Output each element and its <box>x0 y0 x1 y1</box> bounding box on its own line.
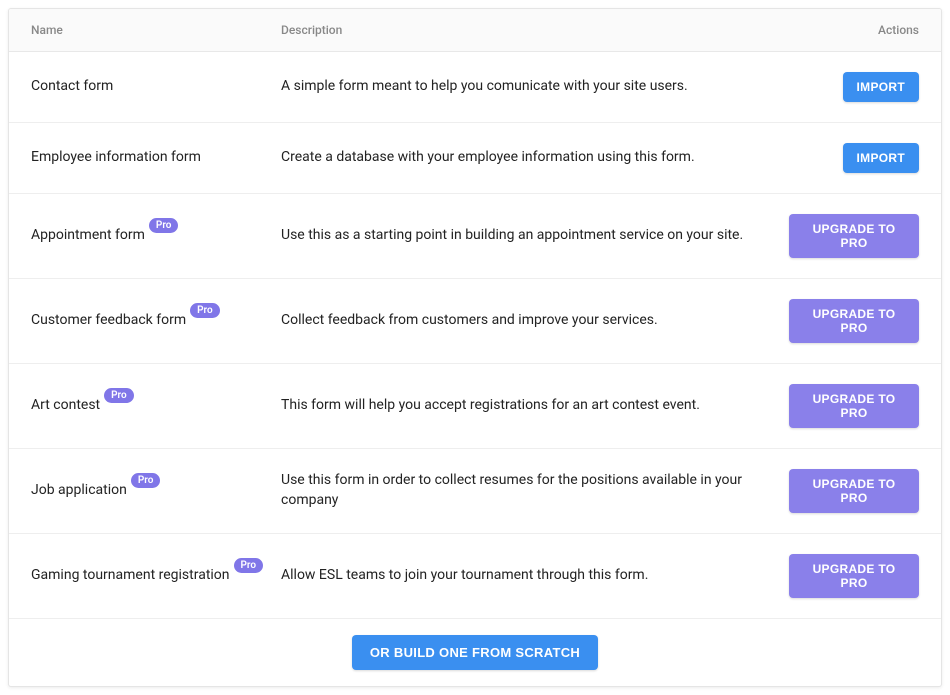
table-row: Gaming tournament registrationProAllow E… <box>9 534 941 619</box>
template-name-cell: Employee information form <box>31 148 281 168</box>
template-name: Art contest <box>31 396 100 416</box>
template-name-cell: Gaming tournament registrationPro <box>31 566 281 586</box>
template-action-cell: UPGRADE TO PRO <box>789 469 919 513</box>
header-name: Name <box>31 23 281 37</box>
header-actions: Actions <box>789 23 919 37</box>
pro-badge: Pro <box>234 558 264 573</box>
header-description: Description <box>281 23 789 37</box>
pro-badge: Pro <box>149 218 179 233</box>
template-name-cell: Art contestPro <box>31 396 281 416</box>
table-row: Contact form A simple form meant to help … <box>9 52 941 123</box>
upgrade-to-pro-button[interactable]: UPGRADE TO PRO <box>789 554 919 598</box>
template-action-cell: IMPORT <box>789 143 919 173</box>
table-row: Employee information form Create a databa… <box>9 123 941 194</box>
template-action-cell: UPGRADE TO PRO <box>789 299 919 343</box>
template-action-cell: IMPORT <box>789 72 919 102</box>
template-name-cell: Customer feedback formPro <box>31 311 281 331</box>
pro-badge: Pro <box>104 388 134 403</box>
table-row: Art contestProThis form will help you ac… <box>9 364 941 449</box>
template-name: Employee information form <box>31 148 201 168</box>
template-action-cell: UPGRADE TO PRO <box>789 554 919 598</box>
template-action-cell: UPGRADE TO PRO <box>789 384 919 428</box>
upgrade-to-pro-button[interactable]: UPGRADE TO PRO <box>789 469 919 513</box>
template-description: Use this form in order to collect resume… <box>281 471 789 510</box>
pro-badge: Pro <box>131 473 161 488</box>
template-description: Collect feedback from customers and impr… <box>281 311 789 331</box>
upgrade-to-pro-button[interactable]: UPGRADE TO PRO <box>789 214 919 258</box>
templates-table: Name Description Actions Contact form A s… <box>8 8 942 687</box>
pro-badge: Pro <box>190 303 220 318</box>
build-from-scratch-button[interactable]: OR BUILD ONE FROM SCRATCH <box>352 635 598 670</box>
template-name: Gaming tournament registration <box>31 566 230 586</box>
template-name-cell: Contact form <box>31 77 281 97</box>
import-button[interactable]: IMPORT <box>843 143 919 173</box>
table-row: Appointment formProUse this as a startin… <box>9 194 941 279</box>
template-name-cell: Job applicationPro <box>31 481 281 501</box>
upgrade-to-pro-button[interactable]: UPGRADE TO PRO <box>789 384 919 428</box>
template-name: Contact form <box>31 77 113 97</box>
table-header: Name Description Actions <box>9 9 941 52</box>
upgrade-to-pro-button[interactable]: UPGRADE TO PRO <box>789 299 919 343</box>
template-name: Customer feedback form <box>31 311 186 331</box>
template-name-cell: Appointment formPro <box>31 226 281 246</box>
template-description: A simple form meant to help you comunica… <box>281 77 789 97</box>
table-row: Job applicationProUse this form in order… <box>9 449 941 534</box>
template-description: Create a database with your employee inf… <box>281 148 789 168</box>
template-action-cell: UPGRADE TO PRO <box>789 214 919 258</box>
template-name: Job application <box>31 481 127 501</box>
template-name: Appointment form <box>31 226 145 246</box>
template-description: This form will help you accept registrat… <box>281 396 789 416</box>
template-description: Use this as a starting point in building… <box>281 226 789 246</box>
template-description: Allow ESL teams to join your tournament … <box>281 566 789 586</box>
table-footer: OR BUILD ONE FROM SCRATCH <box>9 619 941 686</box>
table-row: Customer feedback formProCollect feedbac… <box>9 279 941 364</box>
import-button[interactable]: IMPORT <box>843 72 919 102</box>
